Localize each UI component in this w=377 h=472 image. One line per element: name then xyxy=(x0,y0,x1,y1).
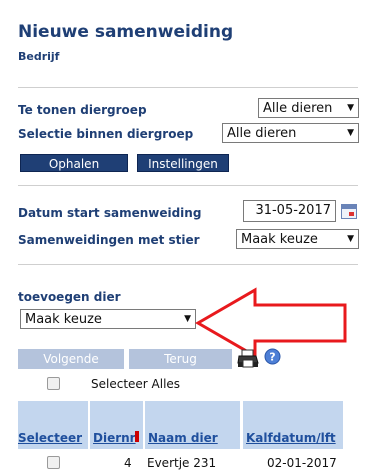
row-naam: Evertje 231 xyxy=(147,456,217,470)
datum-input[interactable]: 31-05-2017 xyxy=(243,200,336,222)
selectie-label: Selectie binnen diergroep xyxy=(18,127,194,141)
table-header-label[interactable]: Naam dier xyxy=(148,431,218,445)
svg-text:?: ? xyxy=(269,351,275,364)
page-subtitle: Bedrijf xyxy=(18,50,60,63)
toevoegen-select[interactable]: Maak keuze ▼ xyxy=(20,309,196,329)
table-header-naam[interactable]: Naam dier xyxy=(145,401,240,449)
toevoegen-label: toevoegen dier xyxy=(18,290,121,304)
help-icon[interactable]: ? xyxy=(264,348,281,365)
toevoegen-select-value: Maak keuze xyxy=(25,311,102,327)
chevron-down-icon: ▼ xyxy=(347,103,354,113)
page-title: Nieuwe samenweiding xyxy=(18,22,234,42)
table-header-kalfdatum[interactable]: Kalfdatum/lft xyxy=(243,401,343,449)
row-select-checkbox[interactable] xyxy=(47,456,60,469)
table-header-diernr[interactable]: Diernr xyxy=(90,401,143,449)
diergroep-select[interactable]: Alle dieren ▼ xyxy=(258,98,359,118)
stier-select[interactable]: Maak keuze ▼ xyxy=(236,229,359,249)
printer-icon[interactable] xyxy=(237,349,259,369)
divider xyxy=(18,185,358,186)
diergroep-label: Te tonen diergroep xyxy=(18,103,147,117)
terug-button[interactable]: Terug xyxy=(129,349,232,369)
divider xyxy=(18,87,358,88)
table-header-label[interactable]: Diernr xyxy=(93,431,136,445)
volgende-button[interactable]: Volgende xyxy=(18,349,124,369)
table-header-label[interactable]: Kalfdatum/lft xyxy=(246,431,336,445)
selectie-select-value: Alle dieren xyxy=(227,125,297,141)
diergroep-select-value: Alle dieren xyxy=(263,100,333,116)
chevron-down-icon: ▼ xyxy=(184,314,191,324)
selectie-select[interactable]: Alle dieren ▼ xyxy=(222,123,359,143)
ophalen-button[interactable]: Ophalen xyxy=(20,154,128,172)
stier-label: Samenweidingen met stier xyxy=(18,233,200,247)
stier-select-value: Maak keuze xyxy=(241,231,318,247)
chevron-down-icon: ▼ xyxy=(347,128,354,138)
calendar-icon[interactable] xyxy=(341,204,357,219)
row-kalfdatum: 02-01-2017 xyxy=(267,456,337,470)
instellingen-button[interactable]: Instellingen xyxy=(137,154,229,172)
select-all-checkbox[interactable] xyxy=(47,377,60,390)
table-header-label[interactable]: Selecteer xyxy=(18,431,82,445)
datum-label: Datum start samenweiding xyxy=(18,206,202,220)
chevron-down-icon: ▼ xyxy=(347,234,354,244)
sort-indicator-icon xyxy=(135,431,139,442)
select-all-label: Selecteer Alles xyxy=(91,377,181,391)
row-diernr: 4 xyxy=(124,456,132,470)
table-header-selecteer[interactable]: Selecteer xyxy=(18,401,88,449)
divider xyxy=(18,264,358,265)
